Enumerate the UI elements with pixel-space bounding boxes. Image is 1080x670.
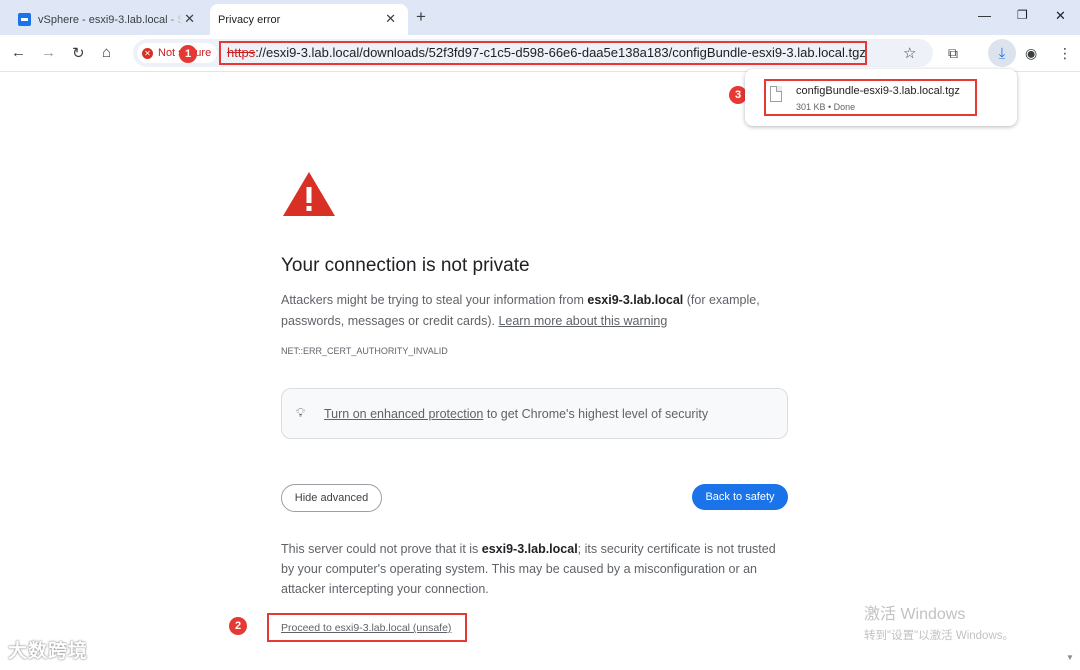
new-tab-icon[interactable]: + bbox=[416, 7, 426, 27]
download-icon: ⤓ bbox=[998, 44, 1006, 62]
tab-privacy-error[interactable]: Privacy error ✕ bbox=[210, 4, 408, 35]
forward-icon[interactable]: → bbox=[41, 44, 56, 61]
close-window-icon[interactable]: ✕ bbox=[1055, 8, 1066, 24]
file-icon bbox=[770, 86, 782, 102]
annotation-marker-2: 2 bbox=[229, 617, 247, 635]
browser-toolbar: ← → ↻ ⌂ ✕ Not secure https://esxi9-3.lab… bbox=[0, 35, 1080, 72]
activate-title: 激活 Windows bbox=[864, 606, 966, 623]
brand-watermark: 大数跨境 bbox=[8, 641, 89, 662]
download-item[interactable]: configBundle-esxi9-3.lab.local.tgz 301 K… bbox=[764, 79, 977, 116]
tab-search-icon[interactable]: ⧉ bbox=[948, 45, 958, 62]
activate-subtitle: 转到"设置"以激活 Windows。 bbox=[864, 630, 1015, 642]
menu-icon[interactable]: ⋮ bbox=[1058, 45, 1072, 62]
security-chip[interactable]: ✕ Not secure bbox=[137, 43, 217, 63]
page-title: Your connection is not private bbox=[281, 255, 530, 276]
profile-icon[interactable]: ◉ bbox=[1025, 45, 1037, 62]
hide-advanced-button[interactable]: Hide advanced bbox=[281, 484, 382, 512]
download-bubble: configBundle-esxi9-3.lab.local.tgz 301 K… bbox=[745, 69, 1017, 126]
bookmark-star-icon[interactable]: ☆ bbox=[903, 44, 916, 62]
enhanced-protection-text: Turn on enhanced protection to get Chrom… bbox=[324, 407, 708, 421]
learn-more-link[interactable]: Learn more about this warning bbox=[498, 314, 667, 328]
minimize-icon[interactable]: — bbox=[978, 8, 991, 23]
download-filename: configBundle-esxi9-3.lab.local.tgz bbox=[796, 85, 960, 97]
details-text: This server could not prove that it is e… bbox=[281, 539, 791, 599]
downloads-button[interactable]: ⤓ bbox=[988, 39, 1016, 67]
explanation-pre: Attackers might be trying to steal your … bbox=[281, 293, 588, 307]
scroll-down-arrow-icon[interactable]: ▼ bbox=[1066, 653, 1074, 662]
error-code: NET::ERR_CERT_AUTHORITY_INVALID bbox=[281, 346, 448, 356]
details-pre: This server could not prove that it is bbox=[281, 542, 482, 556]
tab-title: vSphere - esxi9-3.lab.local - Summary bbox=[38, 13, 183, 26]
back-icon[interactable]: ← bbox=[11, 44, 26, 61]
warning-icon bbox=[283, 172, 335, 216]
windows-activation-watermark: 激活 Windows 转到"设置"以激活 Windows。 bbox=[864, 600, 1014, 643]
annotation-marker-1: 1 bbox=[179, 45, 197, 63]
close-tab-icon[interactable]: ✕ bbox=[385, 11, 396, 27]
enhanced-protection-rest: to get Chrome's highest level of securit… bbox=[483, 407, 709, 421]
url-rest: ://esxi9-3.lab.local/downloads/52f3fd97-… bbox=[255, 45, 866, 60]
tab-title: Privacy error bbox=[218, 13, 281, 26]
error-icon: ✕ bbox=[142, 47, 153, 59]
proceed-highlight: Proceed to esxi9-3.lab.local (unsafe) bbox=[267, 613, 467, 642]
restore-icon[interactable]: ❐ bbox=[1017, 8, 1028, 22]
home-icon[interactable]: ⌂ bbox=[102, 44, 111, 61]
vsphere-favicon-icon bbox=[18, 13, 31, 26]
tab-vsphere[interactable]: vSphere - esxi9-3.lab.local - Summary ✕ bbox=[8, 4, 207, 35]
download-status: 301 KB • Done bbox=[796, 102, 856, 112]
proceed-unsafe-link[interactable]: Proceed to esxi9-3.lab.local (unsafe) bbox=[281, 622, 451, 634]
lightbulb-icon: 💡︎ bbox=[296, 405, 306, 420]
omnibox[interactable]: ✕ Not secure https://esxi9-3.lab.local/d… bbox=[133, 39, 933, 67]
host-name: esxi9-3.lab.local bbox=[587, 293, 684, 307]
host-name: esxi9-3.lab.local bbox=[481, 542, 578, 556]
reload-icon[interactable]: ↻ bbox=[72, 44, 85, 62]
enhanced-protection-link[interactable]: Turn on enhanced protection bbox=[324, 407, 483, 421]
close-tab-icon[interactable]: ✕ bbox=[184, 11, 195, 27]
enhanced-protection-box: 💡︎ Turn on enhanced protection to get Ch… bbox=[281, 388, 788, 439]
tab-strip: vSphere - esxi9-3.lab.local - Summary ✕ … bbox=[0, 0, 1080, 35]
explanation-text: Attackers might be trying to steal your … bbox=[281, 290, 781, 332]
back-to-safety-button[interactable]: Back to safety bbox=[692, 484, 788, 510]
url-field[interactable]: https://esxi9-3.lab.local/downloads/52f3… bbox=[219, 41, 867, 65]
url-scheme: https bbox=[227, 45, 256, 60]
